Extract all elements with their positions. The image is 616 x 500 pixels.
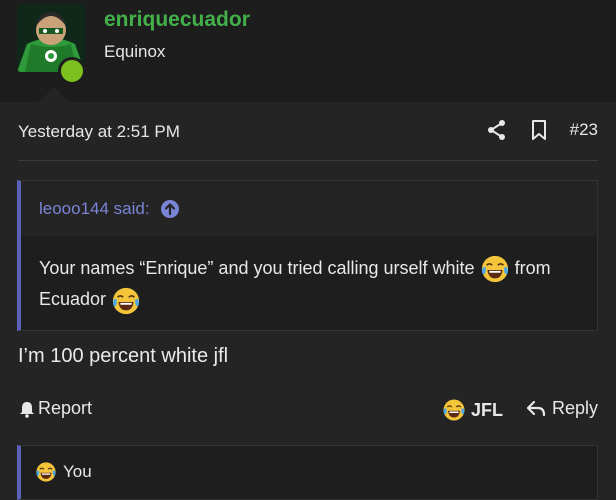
post-body: I’m 100 percent white jfl	[18, 345, 229, 367]
quote-line1-after: from	[514, 258, 551, 278]
reactions-summary[interactable]: You	[35, 461, 92, 483]
header-pointer	[39, 87, 69, 102]
reply-button[interactable]: Reply	[526, 398, 598, 419]
quote-line2: Ecuador	[39, 289, 107, 310]
post-number-link[interactable]: #23	[570, 120, 598, 140]
quote-header: leooo144 said:	[21, 181, 597, 236]
online-status-indicator	[58, 57, 86, 85]
post-meta-actions: #23	[486, 119, 598, 141]
post-timestamp[interactable]: Yesterday at 2:51 PM	[18, 122, 180, 142]
reaction-label: JFL	[471, 399, 504, 420]
reactions-bar[interactable]: You	[17, 445, 598, 500]
meta-divider	[18, 160, 598, 161]
arrow-up-circle-icon[interactable]	[160, 199, 180, 219]
username-link[interactable]: enriquecuador	[104, 8, 250, 32]
quote-author-link[interactable]: leooo144 said:	[39, 199, 180, 219]
reactions-user-label: You	[63, 462, 92, 481]
post-actions: Report JFL Reply	[18, 398, 598, 422]
quote-line1: Your names “Enrique” and you tried calli…	[39, 258, 475, 278]
tears-of-joy-emoji-icon	[35, 461, 57, 483]
share-icon[interactable]	[486, 119, 508, 141]
user-title: Equinox	[104, 42, 166, 61]
bookmark-icon[interactable]	[528, 119, 550, 141]
tears-of-joy-emoji-icon	[111, 286, 141, 316]
tears-of-joy-emoji-icon	[480, 254, 510, 284]
quote-block: leooo144 said: Your names “Enrique” and …	[17, 180, 598, 331]
quote-text: Your names “Enrique” and you tried calli…	[39, 253, 594, 316]
report-button[interactable]: Report	[18, 398, 92, 419]
tears-of-joy-emoji-icon	[442, 398, 466, 422]
reaction-button[interactable]: JFL	[442, 398, 503, 422]
report-label: Report	[38, 398, 93, 418]
bell-icon	[20, 401, 34, 418]
post-author-header: enriquecuador Equinox	[0, 0, 616, 102]
reply-label: Reply	[551, 398, 598, 418]
reply-arrow-icon	[526, 400, 546, 416]
post-container: Yesterday at 2:51 PM #23 leooo144 said:	[0, 102, 616, 500]
quote-author-label: leooo144 said:	[39, 199, 150, 218]
